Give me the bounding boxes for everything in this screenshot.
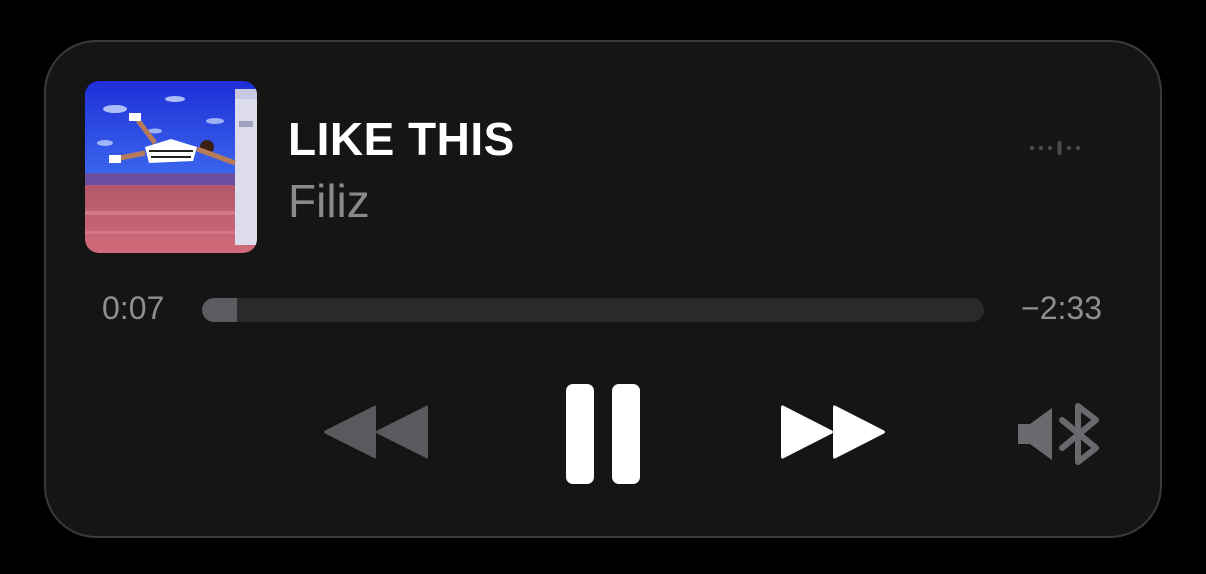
audio-waveform-icon — [1028, 138, 1092, 163]
progress-fill — [202, 298, 238, 322]
album-artwork[interactable] — [85, 81, 257, 253]
forward-button[interactable] — [779, 400, 887, 464]
remaining-time: −2:33 — [1021, 290, 1102, 326]
progress-scrubber[interactable] — [202, 298, 984, 322]
rewind-button[interactable] — [322, 400, 430, 464]
track-title: LIKE THIS — [288, 113, 515, 165]
now-playing-widget: LIKE THIS Filiz 0:07 −2:33 — [44, 40, 1162, 538]
pause-icon — [566, 384, 640, 484]
speaker-bluetooth-icon — [1018, 403, 1099, 465]
track-artist: Filiz — [288, 175, 370, 227]
album-artwork-image — [85, 81, 257, 253]
forward-icon — [781, 405, 885, 459]
elapsed-time: 0:07 — [102, 290, 165, 326]
pause-button[interactable] — [564, 382, 642, 486]
audio-output-button[interactable] — [1016, 402, 1102, 466]
backward-icon — [324, 405, 428, 459]
